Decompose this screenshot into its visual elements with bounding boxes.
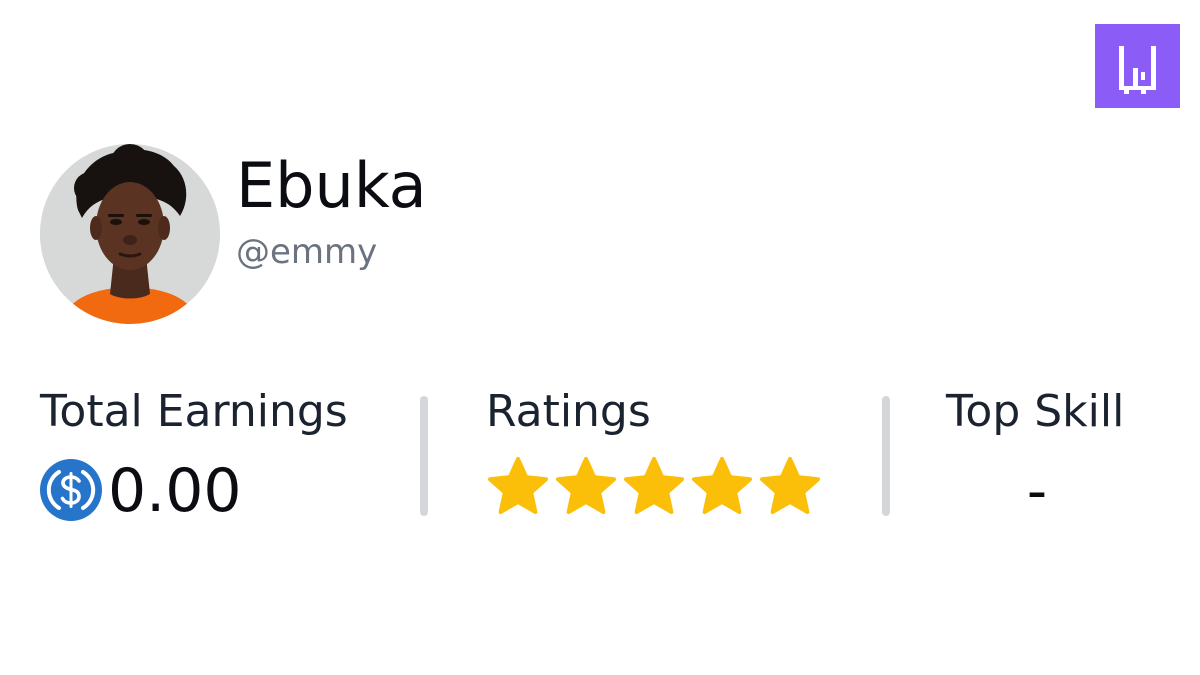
profile-name: Ebuka — [236, 149, 427, 222]
total-earnings-label: Total Earnings — [40, 386, 348, 437]
star-icon — [690, 456, 754, 520]
profile-handle: @emmy — [236, 232, 378, 272]
w-logo-icon — [1095, 24, 1180, 108]
profile-card: Ebuka @emmy Total Earnings Ratings Top S… — [0, 0, 1200, 675]
top-skill-value: - — [1026, 459, 1048, 524]
star-icon — [486, 456, 550, 520]
rating-stars — [486, 456, 822, 520]
star-icon — [622, 456, 686, 520]
ratings-label: Ratings — [486, 386, 651, 437]
usdc-coin-icon — [40, 459, 102, 521]
avatar — [40, 144, 220, 324]
top-skill-label: Top Skill — [946, 386, 1125, 437]
stat-divider — [420, 396, 428, 516]
total-earnings-value: 0.00 — [108, 456, 242, 526]
stat-divider — [882, 396, 890, 516]
star-icon — [758, 456, 822, 520]
star-icon — [554, 456, 618, 520]
